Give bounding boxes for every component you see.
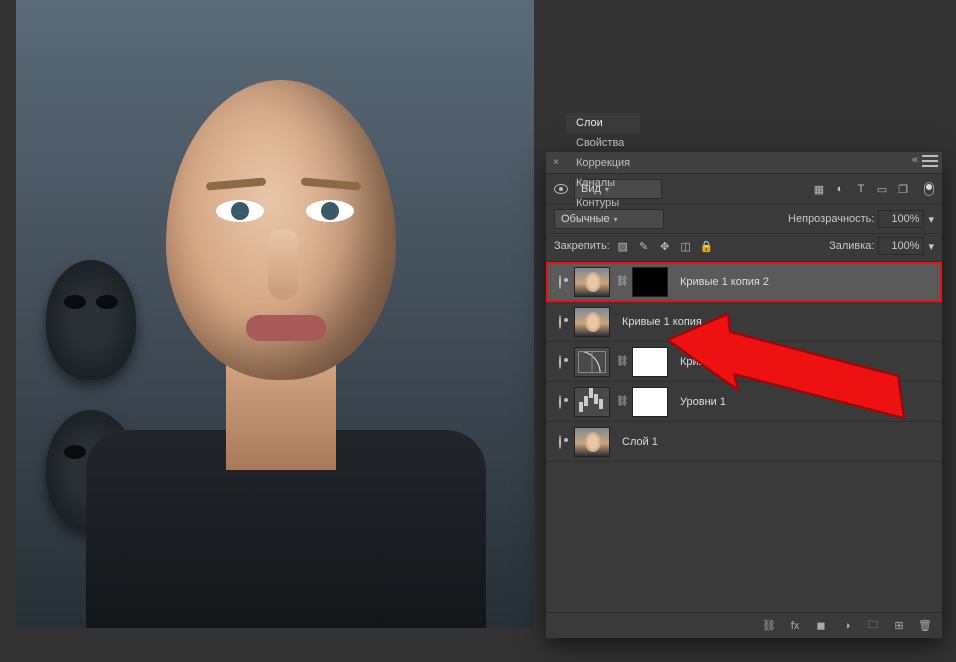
layer-thumbnail[interactable]	[574, 387, 610, 417]
tab-коррекция[interactable]: Коррекция	[566, 153, 640, 173]
footer-trash-icon[interactable]: 🗑	[918, 619, 932, 632]
lock-all-icon[interactable]: 🔒	[700, 240, 714, 253]
lock-move-icon[interactable]: ✥	[658, 240, 672, 253]
layer-mask-thumbnail[interactable]	[632, 347, 668, 377]
filter-text-icon[interactable]: T	[854, 183, 868, 195]
tab-каналы[interactable]: Каналы	[566, 173, 640, 193]
layer-name[interactable]: Слой 1	[616, 436, 658, 448]
panel-footer: ⛓ fx ◼ ◑ 🗀 ⊞ 🗑	[546, 612, 942, 638]
layer-row[interactable]: ⛓ Кривые 1 копия 2	[546, 262, 942, 302]
panel-tabs: СлоиСвойстваКоррекцияКаналыКонтуры	[566, 113, 640, 213]
layer-row[interactable]: Слой 1	[546, 422, 942, 462]
blend-mode-value: Обычные	[561, 213, 610, 225]
visibility-toggle-icon[interactable]	[552, 356, 568, 368]
collapse-icon[interactable]: «	[912, 154, 918, 166]
canvas-area[interactable]	[16, 0, 534, 628]
chevron-down-icon[interactable]: ▾	[928, 240, 934, 253]
canvas-illustration	[268, 230, 298, 300]
chevron-down-icon[interactable]: ▾	[928, 213, 934, 226]
opacity-value: 100%	[891, 213, 919, 225]
footer-group-icon[interactable]: 🗀	[866, 616, 880, 635]
layer-mask-link-icon[interactable]: ⛓	[616, 396, 626, 407]
visibility-toggle-icon[interactable]	[552, 436, 568, 448]
layer-name[interactable]: Уровни 1	[674, 396, 726, 408]
layer-thumbnail[interactable]	[574, 347, 610, 377]
footer-new-icon[interactable]: ⊞	[892, 619, 906, 632]
canvas-illustration	[46, 260, 136, 380]
layers-panel: × СлоиСвойстваКоррекцияКаналыКонтуры « В…	[546, 152, 942, 638]
lock-label: Закрепить:	[554, 240, 610, 252]
filter-adjust-icon[interactable]: ◐	[833, 183, 847, 195]
panel-header: × СлоиСвойстваКоррекцияКаналыКонтуры «	[546, 152, 942, 174]
layer-row[interactable]: ⛓ Уровни 1	[546, 382, 942, 422]
lock-pixels-icon[interactable]: ▨	[616, 240, 630, 253]
panel-menu-icon[interactable]	[922, 155, 938, 169]
chevron-down-icon: ▾	[614, 215, 618, 224]
filter-shape-icon[interactable]: ▭	[875, 183, 889, 196]
tab-слои[interactable]: Слои	[566, 113, 640, 133]
lock-icons: ▨ ✎ ✥ ◫ 🔒	[616, 240, 714, 253]
visibility-toggle-icon[interactable]	[552, 316, 568, 328]
layer-name[interactable]: Кривые 1	[674, 356, 728, 368]
filter-toggle-switch[interactable]	[924, 182, 934, 196]
layer-mask-thumbnail[interactable]	[632, 387, 668, 417]
footer-mask-icon[interactable]: ◼	[814, 619, 828, 632]
opacity-input[interactable]: 100%	[878, 210, 924, 228]
fill-input[interactable]: 100%	[878, 237, 924, 255]
canvas-illustration	[306, 200, 354, 222]
footer-adjustment-icon[interactable]: ◑	[840, 620, 854, 632]
layer-list[interactable]: ⛓ Кривые 1 копия 2 Кривые 1 копия ⛓ Кривые 1…	[546, 262, 942, 612]
fill-value: 100%	[891, 240, 919, 252]
visibility-toggle-icon[interactable]	[552, 276, 568, 288]
layer-thumbnail[interactable]	[574, 427, 610, 457]
tab-свойства[interactable]: Свойства	[566, 133, 640, 153]
footer-fx-icon[interactable]: fx	[788, 620, 802, 632]
layer-name[interactable]: Кривые 1 копия 2	[674, 276, 769, 288]
filter-image-icon[interactable]: ▦	[812, 183, 826, 196]
layer-mask-thumbnail[interactable]	[632, 267, 668, 297]
layer-name[interactable]: Кривые 1 копия	[616, 316, 702, 328]
filter-smart-icon[interactable]: ❐	[896, 183, 910, 196]
layer-row[interactable]: ⛓ Кривые 1	[546, 342, 942, 382]
fill-label: Заливка:	[829, 240, 874, 252]
layer-thumbnail[interactable]	[574, 267, 610, 297]
lock-brush-icon[interactable]: ✎	[637, 240, 651, 253]
canvas-illustration	[216, 200, 264, 222]
visibility-toggle-icon[interactable]	[552, 396, 568, 408]
lock-fill-row: Закрепить: ▨ ✎ ✥ ◫ 🔒 Заливка: 100% ▾	[546, 234, 942, 262]
layer-thumbnail[interactable]	[574, 307, 610, 337]
opacity-label: Непрозрачность:	[788, 213, 874, 225]
lock-artboard-icon[interactable]: ◫	[679, 240, 693, 253]
footer-link-icon[interactable]: ⛓	[762, 619, 776, 632]
canvas-illustration	[246, 315, 326, 341]
layer-mask-link-icon[interactable]: ⛓	[616, 356, 626, 367]
search-icon[interactable]	[554, 184, 568, 194]
layer-mask-link-icon[interactable]: ⛓	[616, 276, 626, 287]
filter-type-icons: ▦ ◐ T ▭ ❐	[812, 183, 910, 196]
tab-контуры[interactable]: Контуры	[566, 193, 640, 213]
layer-row[interactable]: Кривые 1 копия	[546, 302, 942, 342]
close-icon[interactable]: ×	[546, 157, 566, 168]
